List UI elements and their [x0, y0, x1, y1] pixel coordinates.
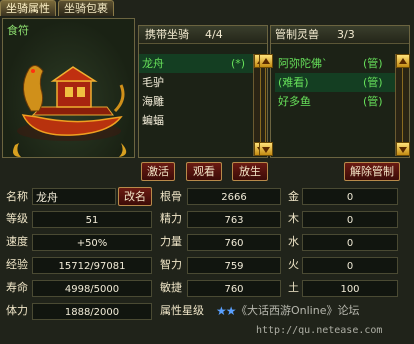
- carried-mounts-count: 4/4: [205, 28, 223, 41]
- carried-mounts-list: 龙舟 (*) 毛驴 海雕 蝙蝠: [139, 54, 267, 154]
- dragon-boat-image: [13, 65, 127, 157]
- wisdom-value: 759: [187, 257, 281, 274]
- spirit-tag: (管): [363, 95, 383, 108]
- star-level-label: 属性星级: [160, 304, 204, 317]
- speed-label: 速度: [6, 235, 28, 248]
- list-item-spirit-2[interactable]: (难看) (管): [275, 73, 405, 92]
- mount-name: 蝙蝠: [142, 114, 164, 127]
- forum-watermark: 《大话西游Online》论坛: [236, 304, 360, 317]
- spirits-scrollbar[interactable]: [259, 54, 273, 156]
- mount-name: 海雕: [142, 95, 164, 108]
- agility-label: 敏捷: [160, 281, 182, 294]
- list-item-mount-2[interactable]: 毛驴: [139, 73, 253, 92]
- scroll-track-line: [265, 68, 266, 142]
- mount-name: 毛驴: [142, 76, 164, 89]
- speed-value: +50%: [32, 234, 152, 251]
- mount-name: 龙舟: [142, 57, 164, 70]
- earth-value: 100: [302, 280, 398, 297]
- water-label: 水: [288, 235, 299, 248]
- managed-spirits-count: 3/3: [337, 28, 355, 41]
- metal-value: 0: [302, 188, 398, 205]
- release-button[interactable]: 放生: [232, 162, 268, 181]
- scroll-down-icon[interactable]: [259, 142, 273, 156]
- tab-mount-attributes[interactable]: 坐骑属性: [0, 0, 56, 16]
- spirit-name: 好多鱼: [278, 95, 311, 108]
- carried-mounts-title: 携带坐骑: [145, 28, 189, 41]
- mount-portrait: 食符: [2, 18, 135, 158]
- spirit-tag: (管): [363, 76, 383, 89]
- name-field[interactable]: 龙舟: [32, 188, 116, 205]
- star-rating: ★★: [216, 304, 236, 318]
- level-label: 等级: [6, 212, 28, 225]
- earth-label: 土: [288, 281, 299, 294]
- exp-label: 经验: [6, 258, 28, 271]
- life-label: 寿命: [6, 281, 28, 294]
- power-label: 力量: [160, 235, 182, 248]
- view-button[interactable]: 观看: [186, 162, 222, 181]
- list-item-spirit-3[interactable]: 好多鱼 (管): [275, 92, 405, 111]
- exp-value: 15712/97081: [32, 257, 152, 274]
- list-item-mount-1[interactable]: 龙舟 (*): [139, 54, 253, 73]
- energy-label: 精力: [160, 212, 182, 225]
- level-value: 51: [32, 211, 152, 228]
- scroll-up-icon[interactable]: [396, 54, 410, 68]
- spirit-tag: (管): [363, 57, 383, 70]
- energy-value: 763: [187, 211, 281, 228]
- carried-mounts-panel: 携带坐骑 4/4 龙舟 (*) 毛驴 海雕 蝙蝠: [138, 25, 268, 158]
- scroll-track-line: [402, 68, 403, 142]
- name-label: 名称: [6, 190, 28, 203]
- carried-mounts-header: 携带坐骑 4/4: [139, 26, 267, 44]
- fire-label: 火: [288, 258, 299, 271]
- tab-mount-bag[interactable]: 坐骑包裹: [58, 0, 114, 16]
- activate-button[interactable]: 激活: [141, 162, 175, 181]
- power-value: 760: [187, 234, 281, 251]
- water-value: 0: [302, 234, 398, 251]
- list-item-spirit-1[interactable]: 阿弥陀佛` (管): [275, 54, 405, 73]
- rename-button[interactable]: 改名: [118, 187, 152, 206]
- list-item-mount-4[interactable]: 蝙蝠: [139, 111, 253, 130]
- scroll-down-icon[interactable]: [396, 142, 410, 156]
- managed-spirits-panel: 管制灵兽 3/3 阿弥陀佛` (管) (难看) (管) 好多鱼 (管): [259, 25, 410, 158]
- managed-spirits-list: 阿弥陀佛` (管) (难看) (管) 好多鱼 (管): [275, 54, 409, 154]
- bone-label: 根骨: [160, 190, 182, 203]
- list-item-mount-3[interactable]: 海雕: [139, 92, 253, 111]
- wood-label: 木: [288, 212, 299, 225]
- managed-spirits-header: 管制灵兽 3/3: [271, 26, 409, 44]
- wisdom-label: 智力: [160, 258, 182, 271]
- stamina-value: 1888/2000: [32, 303, 152, 320]
- scroll-up-icon[interactable]: [259, 54, 273, 68]
- forum-url-watermark: http://qu.netease.com: [256, 325, 383, 336]
- stamina-label: 体力: [6, 304, 28, 317]
- life-value: 4998/5000: [32, 280, 152, 297]
- spirit-name: 阿弥陀佛`: [278, 57, 328, 70]
- metal-label: 金: [288, 190, 299, 203]
- spirit-name: (难看): [278, 76, 309, 89]
- fire-value: 0: [302, 257, 398, 274]
- managed-spirits-title: 管制灵兽: [275, 28, 319, 41]
- agility-value: 760: [187, 280, 281, 297]
- mount-tag: (*): [231, 57, 246, 70]
- unmanage-button[interactable]: 解除管制: [344, 162, 400, 181]
- wood-value: 0: [302, 211, 398, 228]
- spirits-right-scrollbar[interactable]: [395, 54, 410, 156]
- bone-value: 2666: [187, 188, 281, 205]
